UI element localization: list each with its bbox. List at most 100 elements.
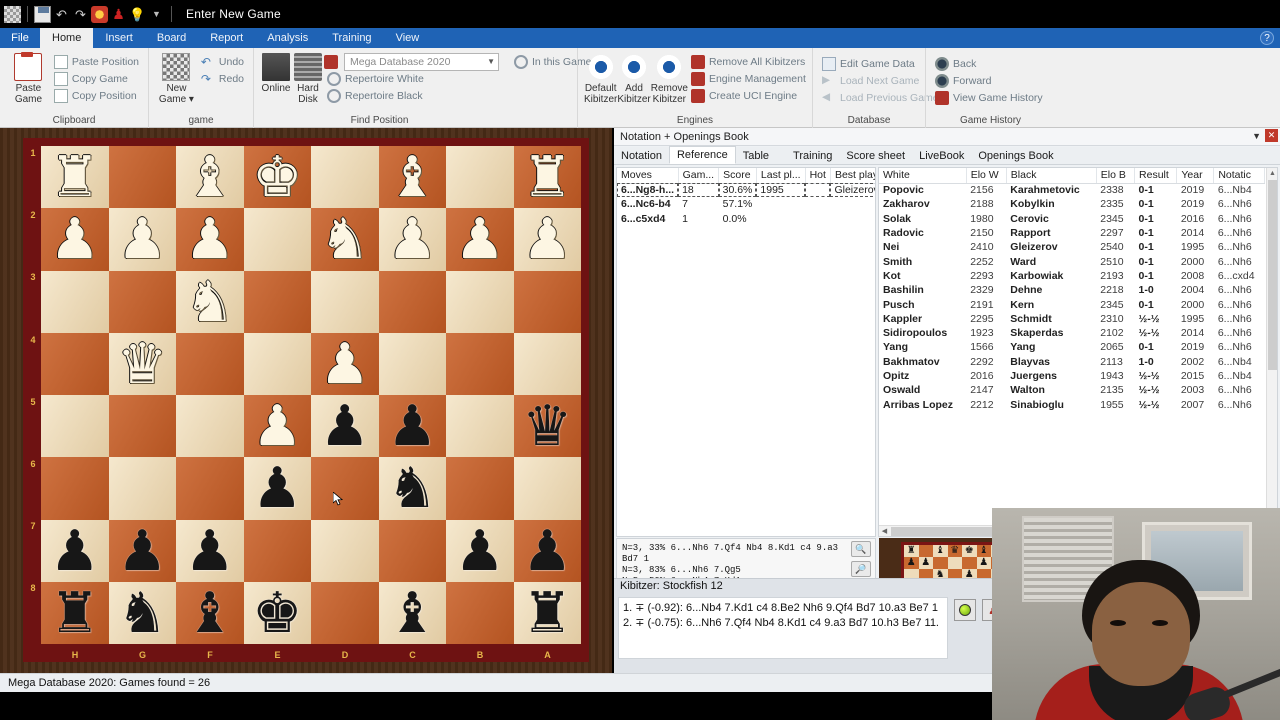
- paste-position-button[interactable]: Paste Position: [51, 53, 142, 70]
- board-square[interactable]: [446, 395, 514, 458]
- chess-piece[interactable]: ♟: [522, 522, 572, 579]
- board-square[interactable]: ♟: [243, 395, 311, 458]
- hard-disk-search-button[interactable]: Hard Disk: [292, 51, 324, 105]
- zoom-out-icon[interactable]: 🔎: [851, 561, 871, 577]
- scroll-left-icon[interactable]: ◀: [879, 526, 890, 536]
- scroll-thumb[interactable]: [1268, 180, 1277, 370]
- board-square[interactable]: ♟: [446, 519, 514, 582]
- board-square[interactable]: [243, 208, 311, 271]
- moves-column-header[interactable]: Best playe: [830, 168, 875, 184]
- tab-board[interactable]: Board: [144, 28, 199, 48]
- chess-piece[interactable]: ♝: [387, 149, 437, 205]
- moves-column-header[interactable]: Hot: [805, 168, 831, 184]
- copy-game-button[interactable]: Copy Game: [51, 70, 142, 87]
- moves-column-header[interactable]: Last pl...: [756, 168, 806, 184]
- board-square[interactable]: [311, 581, 379, 644]
- create-uci-engine-button[interactable]: Create UCI Engine: [688, 87, 809, 104]
- board-square[interactable]: [41, 395, 109, 458]
- games-column-header[interactable]: White: [879, 168, 967, 184]
- games-table-row[interactable]: Yang 1566 Yang 2065 0-1 2019 6...Nh6: [879, 340, 1265, 354]
- board-square[interactable]: [446, 457, 514, 520]
- chess-piece[interactable]: ♟: [252, 460, 302, 516]
- zoom-in-icon[interactable]: 🔍: [851, 541, 871, 557]
- games-table-row[interactable]: Radovic 2150 Rapport 2297 0-1 2014 6...Nh6: [879, 226, 1265, 240]
- board-square[interactable]: ♟: [378, 395, 446, 458]
- tab-livebook[interactable]: LiveBook: [912, 147, 971, 164]
- board-square[interactable]: ♟: [513, 519, 581, 582]
- games-table-row[interactable]: Zakharov 2188 Kobylkin 2335 0-1 2019 6...Nh6: [879, 197, 1265, 211]
- chess-piece[interactable]: ♝: [387, 584, 437, 641]
- board-square[interactable]: [513, 457, 581, 520]
- board-square[interactable]: ♟: [41, 208, 109, 271]
- games-table-row[interactable]: Pusch 2191 Kern 2345 0-1 2000 6...Nh6: [879, 297, 1265, 311]
- board-square[interactable]: ♞: [378, 457, 446, 520]
- paste-game-button[interactable]: Paste Game: [6, 51, 51, 105]
- forward-button[interactable]: Forward: [932, 72, 1046, 89]
- chess-piece[interactable]: ♟: [387, 211, 437, 267]
- undo-icon[interactable]: ↶: [53, 6, 70, 23]
- board-square[interactable]: ♝: [378, 146, 446, 209]
- board-square[interactable]: [176, 332, 244, 395]
- games-column-header[interactable]: Black: [1006, 168, 1097, 184]
- games-table-row[interactable]: Nei 2410 Gleizerov 2540 0-1 1995 6...Nh6: [879, 240, 1265, 254]
- games-table-row[interactable]: Kot 2293 Karbowiak 2193 0-1 2008 6...cxd4: [879, 269, 1265, 283]
- board-square[interactable]: [446, 270, 514, 333]
- chess-piece[interactable]: ♟: [50, 211, 100, 267]
- chess-piece[interactable]: ♜: [50, 149, 100, 205]
- chess-piece[interactable]: ♜: [522, 149, 572, 205]
- chess-piece[interactable]: ♜: [522, 584, 572, 641]
- board-square[interactable]: [378, 270, 446, 333]
- tab-analysis[interactable]: Analysis: [255, 28, 321, 48]
- board-square[interactable]: ♟: [446, 208, 514, 271]
- board-square[interactable]: [311, 457, 379, 520]
- games-table-row[interactable]: Oswald 2147 Walton 2135 ½-½ 2003 6...Nh6: [879, 383, 1265, 397]
- chess-piece[interactable]: ♟: [185, 522, 235, 579]
- games-column-header[interactable]: Result: [1134, 168, 1178, 184]
- board-square[interactable]: ♟: [176, 519, 244, 582]
- scroll-up-icon[interactable]: ▲: [1267, 168, 1277, 179]
- board-square[interactable]: [243, 270, 311, 333]
- moves-table-row[interactable]: 6...c5xd4 1 0.0%: [617, 212, 875, 226]
- board-square[interactable]: [446, 146, 514, 209]
- repertoire-white-button[interactable]: Repertoire White: [324, 70, 499, 87]
- tab-training[interactable]: Training: [320, 28, 384, 48]
- help-icon[interactable]: ?: [1260, 31, 1274, 45]
- reference-games-panel[interactable]: White Elo W Black Elo B Result Year Notatic Po…: [878, 167, 1278, 537]
- chess-piece[interactable]: ♟: [50, 522, 100, 579]
- chess-piece[interactable]: ♟: [320, 398, 370, 454]
- chess-piece[interactable]: ♞: [387, 460, 437, 516]
- add-kibitzer-button[interactable]: Add Kibitzer: [617, 51, 651, 105]
- board-square[interactable]: [108, 395, 176, 458]
- games-column-header[interactable]: Elo W: [966, 168, 1007, 184]
- engine-running-led-button[interactable]: [954, 599, 976, 621]
- undo-button[interactable]: ↶ Undo: [198, 53, 247, 70]
- board-square[interactable]: ♛: [108, 332, 176, 395]
- chess-piece[interactable]: ♛: [117, 335, 167, 392]
- reference-moves-panel[interactable]: MovesGam...ScoreLast pl...HotBest playe …: [616, 167, 876, 537]
- chess-piece[interactable]: ♞: [117, 584, 167, 641]
- new-game-button[interactable]: New Game ▾: [155, 51, 198, 105]
- moves-table-body[interactable]: 6...Ng8-h...1830.6%1995Gleizerov,6...Nc6…: [617, 183, 875, 226]
- online-search-button[interactable]: Online: [260, 51, 292, 94]
- load-next-game-button[interactable]: ▶ Load Next Game: [819, 72, 942, 89]
- database-combo[interactable]: Mega Database 2020 ▼: [344, 52, 499, 71]
- board-square[interactable]: ♜: [513, 146, 581, 209]
- moves-table-row[interactable]: 6...Nc6-b4 7 57.1%: [617, 197, 875, 211]
- games-table-row[interactable]: Kappler 2295 Schmidt 2310 ½-½ 1995 6...Nh6: [879, 312, 1265, 326]
- board-square[interactable]: ♟: [311, 332, 379, 395]
- games-table-row[interactable]: Smith 2252 Ward 2510 0-1 2000 6...Nh6: [879, 254, 1265, 268]
- remove-all-kibitzers-button[interactable]: Remove All Kibitzers: [688, 53, 809, 70]
- tab-reference[interactable]: Reference: [668, 146, 736, 164]
- board-square[interactable]: [108, 146, 176, 209]
- repertoire-black-button[interactable]: Repertoire Black: [324, 87, 499, 104]
- board-square[interactable]: ♟: [311, 395, 379, 458]
- board-square[interactable]: [513, 332, 581, 395]
- board-square[interactable]: [41, 270, 109, 333]
- games-table-row[interactable]: Popovic 2156 Karahmetovic 2338 0-1 2019 6...Nb…: [879, 183, 1265, 197]
- board-square[interactable]: [446, 332, 514, 395]
- board-square[interactable]: [243, 332, 311, 395]
- view-game-history-button[interactable]: View Game History: [932, 89, 1046, 106]
- board-square[interactable]: ♞: [311, 208, 379, 271]
- chess-piece[interactable]: ♚: [252, 584, 302, 641]
- chess-piece[interactable]: ♞: [185, 273, 235, 330]
